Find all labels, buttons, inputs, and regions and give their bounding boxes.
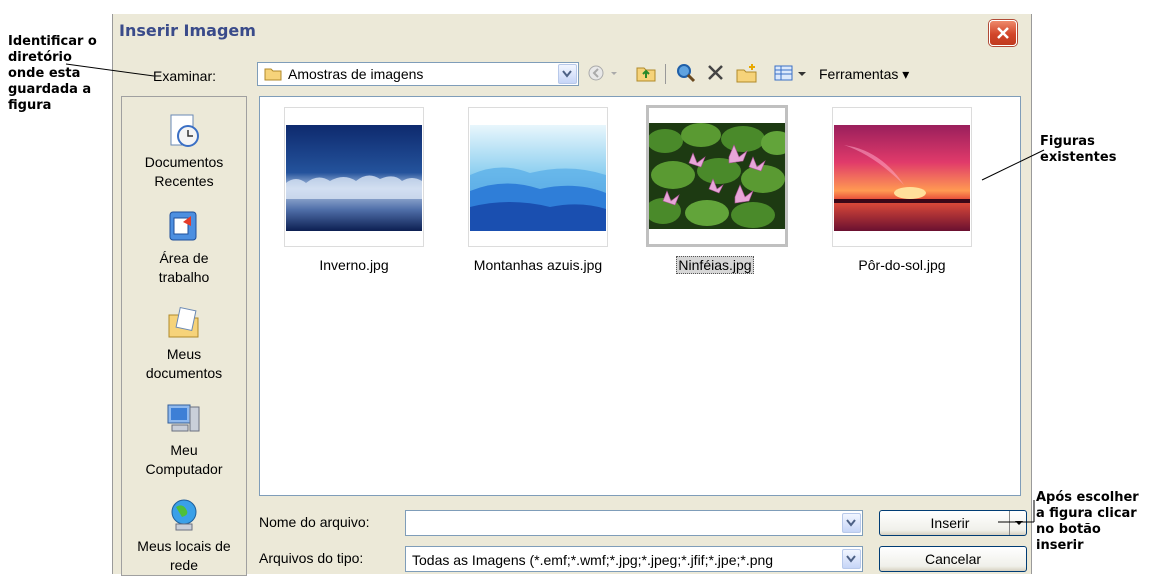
figures-annotation: Figuras existentes — [1040, 134, 1117, 165]
file-thumbnail-selected[interactable] — [646, 105, 788, 247]
file-name[interactable]: Montanhas azuis.jpg — [438, 257, 638, 273]
place-my-computer[interactable]: Meu Computador — [122, 401, 246, 479]
back-icon[interactable] — [587, 62, 607, 84]
file-type-select[interactable]: Todas as Imagens (*.emf;*.wmf;*.jpg;*.jp… — [405, 546, 863, 572]
new-folder-icon[interactable] — [735, 62, 759, 84]
file-name-label: Nome do arquivo: — [259, 514, 370, 530]
place-desktop[interactable]: Área de trabalho — [122, 209, 246, 287]
look-in-combo[interactable]: Amostras de imagens — [257, 62, 579, 86]
chevron-down-icon — [1015, 521, 1023, 525]
my-documents-icon — [168, 306, 199, 338]
look-in-label: Examinar: — [153, 68, 217, 84]
file-type-label: Arquivos do tipo: — [259, 550, 364, 566]
winter-image — [286, 125, 422, 231]
file-type-value: Todas as Imagens (*.emf;*.wmf;*.jpg;*.jp… — [412, 552, 774, 568]
file-thumbnail[interactable] — [468, 107, 608, 247]
file-thumbnail[interactable] — [284, 107, 424, 247]
file-name-text: Inverno.jpg — [319, 257, 389, 273]
title-bar: Inserir Imagem — [113, 14, 1031, 50]
file-name-text: Montanhas azuis.jpg — [473, 257, 603, 273]
place-my-documents[interactable]: Meus documentos — [122, 305, 246, 383]
desktop-icon — [169, 211, 197, 241]
place-recent-documents[interactable]: Documentos Recentes — [122, 113, 246, 191]
chevron-down-icon — [846, 555, 856, 563]
sunset-image — [834, 125, 970, 231]
places-bar: Documentos Recentes Área de trabalho Meu… — [121, 96, 247, 576]
views-dropdown-icon[interactable] — [797, 62, 807, 84]
delete-icon[interactable] — [705, 62, 727, 84]
file-name-dropdown-button[interactable] — [842, 513, 861, 533]
place-label: Meus documentos — [145, 346, 223, 381]
toolbar-separator — [665, 64, 666, 84]
place-label: Área de trabalho — [158, 250, 210, 285]
file-name-selected[interactable]: Ninféias.jpg — [615, 256, 815, 274]
file-name[interactable]: Inverno.jpg — [254, 257, 454, 273]
chevron-down-icon — [562, 70, 572, 78]
blue-mountains-image — [470, 125, 606, 231]
place-label: Meus locais de rede — [137, 538, 231, 573]
file-thumbnail[interactable] — [832, 107, 972, 247]
up-one-level-icon[interactable] — [635, 62, 657, 84]
file-type-dropdown-button[interactable] — [842, 549, 861, 569]
file-list: Inverno.jpg Montanhas azuis.jpg Ninféias… — [259, 96, 1021, 496]
file-name[interactable]: Pôr-do-sol.jpg — [802, 257, 1002, 273]
recent-documents-icon — [170, 114, 199, 147]
place-label: Meu Computador — [145, 442, 223, 477]
my-computer-icon — [167, 404, 200, 432]
network-places-icon — [171, 499, 197, 531]
chevron-down-icon — [846, 519, 856, 527]
insert-button-label: Inserir — [930, 515, 970, 531]
file-name-text: Pôr-do-sol.jpg — [858, 257, 946, 273]
insert-button[interactable]: Inserir — [879, 510, 1027, 536]
water-lilies-image — [649, 123, 785, 229]
close-icon — [997, 27, 1009, 39]
insert-options-button[interactable] — [1009, 511, 1026, 535]
insert-picture-dialog: Inserir Imagem Examinar: Amostras de ima… — [112, 14, 1032, 576]
look-in-dropdown-button[interactable] — [558, 64, 577, 84]
insert-annotation: Após escolher a figura clicar no botão i… — [1036, 490, 1139, 553]
back-dropdown-icon[interactable] — [609, 62, 619, 84]
tools-menu-button[interactable]: Ferramentas ▾ — [819, 66, 909, 83]
file-name-input[interactable] — [405, 510, 863, 536]
folder-icon — [264, 68, 282, 81]
place-network[interactable]: Meus locais de rede — [122, 497, 246, 575]
close-button[interactable] — [989, 20, 1017, 46]
place-label: Documentos Recentes — [144, 154, 224, 189]
dialog-title: Inserir Imagem — [119, 21, 256, 40]
views-icon[interactable] — [773, 62, 795, 84]
search-web-icon[interactable] — [675, 62, 697, 84]
directory-annotation: Identificar o diretório onde esta guarda… — [8, 34, 97, 113]
look-in-value: Amostras de imagens — [288, 66, 424, 82]
cancel-button[interactable]: Cancelar — [879, 546, 1027, 572]
file-name-text: Ninféias.jpg — [676, 256, 754, 274]
